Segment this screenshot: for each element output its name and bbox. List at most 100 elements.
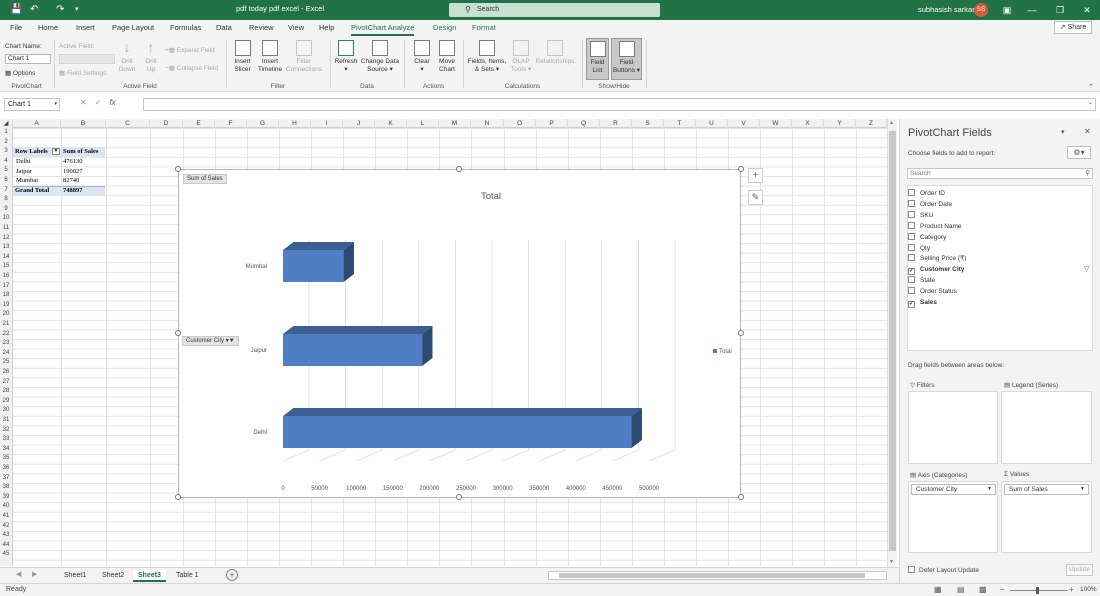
expand-field-button[interactable]: +▦ Expand Field	[165, 46, 215, 55]
pivot-grand-total-value[interactable]: 748897	[63, 186, 83, 196]
tab-format[interactable]: Format	[472, 23, 496, 33]
resize-handle[interactable]	[456, 166, 462, 172]
collapse-ribbon-icon[interactable]: ⌃	[1088, 83, 1094, 91]
zoom-slider[interactable]	[1010, 590, 1068, 591]
column-header[interactable]: S	[632, 119, 664, 128]
sheet-tab[interactable]: Sheet1	[59, 570, 91, 582]
change-data-source-button[interactable]: Change Data Source ▾	[359, 40, 401, 74]
resize-handle[interactable]	[738, 330, 744, 336]
row-header[interactable]: 26	[0, 368, 12, 378]
resize-handle[interactable]	[175, 330, 181, 336]
tab-view[interactable]: View	[288, 23, 304, 33]
sheet-tab[interactable]: Sheet2	[97, 570, 129, 582]
checkbox-checked-icon[interactable]: ✓	[908, 301, 915, 308]
row-header[interactable]: 25	[0, 358, 12, 368]
row-header[interactable]: 45	[0, 550, 12, 560]
checkbox-icon[interactable]	[908, 189, 915, 196]
row-header[interactable]: 32	[0, 426, 12, 436]
tab-page-layout[interactable]: Page Layout	[112, 23, 154, 33]
zoom-slider-thumb[interactable]	[1036, 587, 1039, 594]
field-item[interactable]: Category	[908, 232, 946, 242]
insert-timeline-button[interactable]: Insert Timeline	[256, 40, 284, 74]
formula-input[interactable]: ⌄	[143, 98, 1096, 111]
ribbon-display-icon[interactable]: ▣	[997, 3, 1017, 17]
row-header[interactable]: 5	[0, 166, 12, 176]
pivot-chart[interactable]: Sum of Sales Customer City ▾▼ Total Delhi…	[178, 169, 741, 498]
row-header[interactable]: 10	[0, 214, 12, 224]
row-header[interactable]: 38	[0, 483, 12, 493]
row-header[interactable]: 13	[0, 243, 12, 253]
tab-file[interactable]: File	[10, 23, 22, 33]
column-header[interactable]: D	[150, 119, 183, 128]
undo-icon[interactable]: ↶	[30, 3, 38, 17]
add-sheet-icon[interactable]: +	[226, 569, 238, 581]
pivot-row-value[interactable]: 82740	[63, 176, 79, 186]
filters-drop-area[interactable]	[908, 391, 998, 464]
row-header[interactable]: 43	[0, 531, 12, 541]
pane-settings-button[interactable]: ⚙▾	[1067, 146, 1091, 159]
tab-review[interactable]: Review	[249, 23, 274, 33]
name-box[interactable]: Chart 1 ▾	[4, 98, 60, 111]
zoom-in-icon[interactable]: +	[1069, 585, 1074, 594]
row-header[interactable]: 2	[0, 138, 12, 148]
column-header[interactable]: T	[664, 119, 696, 128]
row-header[interactable]: 35	[0, 454, 12, 464]
column-header[interactable]: N	[471, 119, 504, 128]
row-header[interactable]: 4	[0, 157, 12, 167]
row-header[interactable]: 12	[0, 234, 12, 244]
column-header[interactable]: A	[13, 119, 61, 128]
update-button[interactable]: Update	[1066, 564, 1093, 576]
field-item[interactable]: State	[908, 276, 935, 285]
column-header[interactable]: M	[439, 119, 471, 128]
zoom-level[interactable]: 100%	[1080, 586, 1097, 593]
row-header[interactable]: 27	[0, 378, 12, 388]
pivot-grand-total-label[interactable]: Grand Total	[15, 186, 49, 196]
row-header[interactable]: 3	[0, 147, 12, 157]
row-header[interactable]: 29	[0, 397, 12, 407]
resize-handle[interactable]	[738, 494, 744, 500]
next-sheet-icon[interactable]: ▶	[32, 570, 37, 578]
field-settings-button[interactable]: ▦ Field Settings	[59, 69, 106, 78]
checkbox-icon[interactable]	[908, 254, 915, 262]
pivot-row-label[interactable]: Delhi	[16, 157, 30, 167]
chart-styles-icon[interactable]: ✎	[748, 190, 763, 205]
tab-design[interactable]: Design	[433, 23, 456, 33]
field-item[interactable]: Order Status	[908, 287, 957, 296]
close-icon[interactable]: ✕	[1077, 3, 1097, 17]
legend-drop-area[interactable]	[1001, 391, 1092, 464]
vertical-scrollbar[interactable]: ▲ ▼	[887, 119, 897, 567]
column-header[interactable]: Z	[856, 119, 887, 128]
column-header[interactable]: Q	[568, 119, 600, 128]
avatar[interactable]: SS	[974, 3, 988, 17]
row-header[interactable]: 28	[0, 387, 12, 397]
field-item[interactable]: Order Date	[908, 199, 952, 209]
search-box[interactable]: ⚲ Search	[449, 3, 660, 17]
field-search-input[interactable]: Search ⚲	[907, 168, 1093, 179]
defer-layout-checkbox[interactable]: Defer Layout Update	[908, 566, 979, 574]
pivot-row-label[interactable]: Mumbai	[16, 176, 38, 186]
row-header[interactable]: 41	[0, 512, 12, 522]
row-header[interactable]: 40	[0, 502, 12, 512]
row-header[interactable]: 20	[0, 310, 12, 320]
column-header[interactable]: W	[760, 119, 792, 128]
scroll-up-icon[interactable]: ▲	[889, 120, 894, 126]
active-field-input[interactable]	[59, 54, 115, 64]
redo-icon[interactable]: ↷	[56, 3, 64, 17]
field-item[interactable]: SKU	[908, 210, 933, 220]
vertical-scroll-thumb[interactable]	[889, 131, 896, 551]
chart-elements-icon[interactable]: +	[748, 168, 763, 183]
prev-sheet-icon[interactable]: ◀	[16, 570, 21, 578]
row-header[interactable]: 39	[0, 493, 12, 503]
pane-options-dropdown-icon[interactable]: ▾	[1061, 128, 1065, 136]
column-header[interactable]: X	[792, 119, 824, 128]
axis-field-item[interactable]: Customer City ▼	[911, 484, 996, 495]
row-header[interactable]: 16	[0, 272, 12, 282]
column-header[interactable]: O	[504, 119, 536, 128]
tab-home[interactable]: Home	[38, 23, 58, 33]
insert-slicer-button[interactable]: Insert Slicer	[230, 40, 255, 74]
chart-name-input[interactable]: Chart 1	[5, 54, 51, 64]
row-header[interactable]: 8	[0, 195, 12, 205]
row-header[interactable]: 37	[0, 474, 12, 484]
pivot-row-labels-header[interactable]: Row Labels	[15, 147, 48, 157]
row-header[interactable]: 1	[0, 128, 12, 138]
